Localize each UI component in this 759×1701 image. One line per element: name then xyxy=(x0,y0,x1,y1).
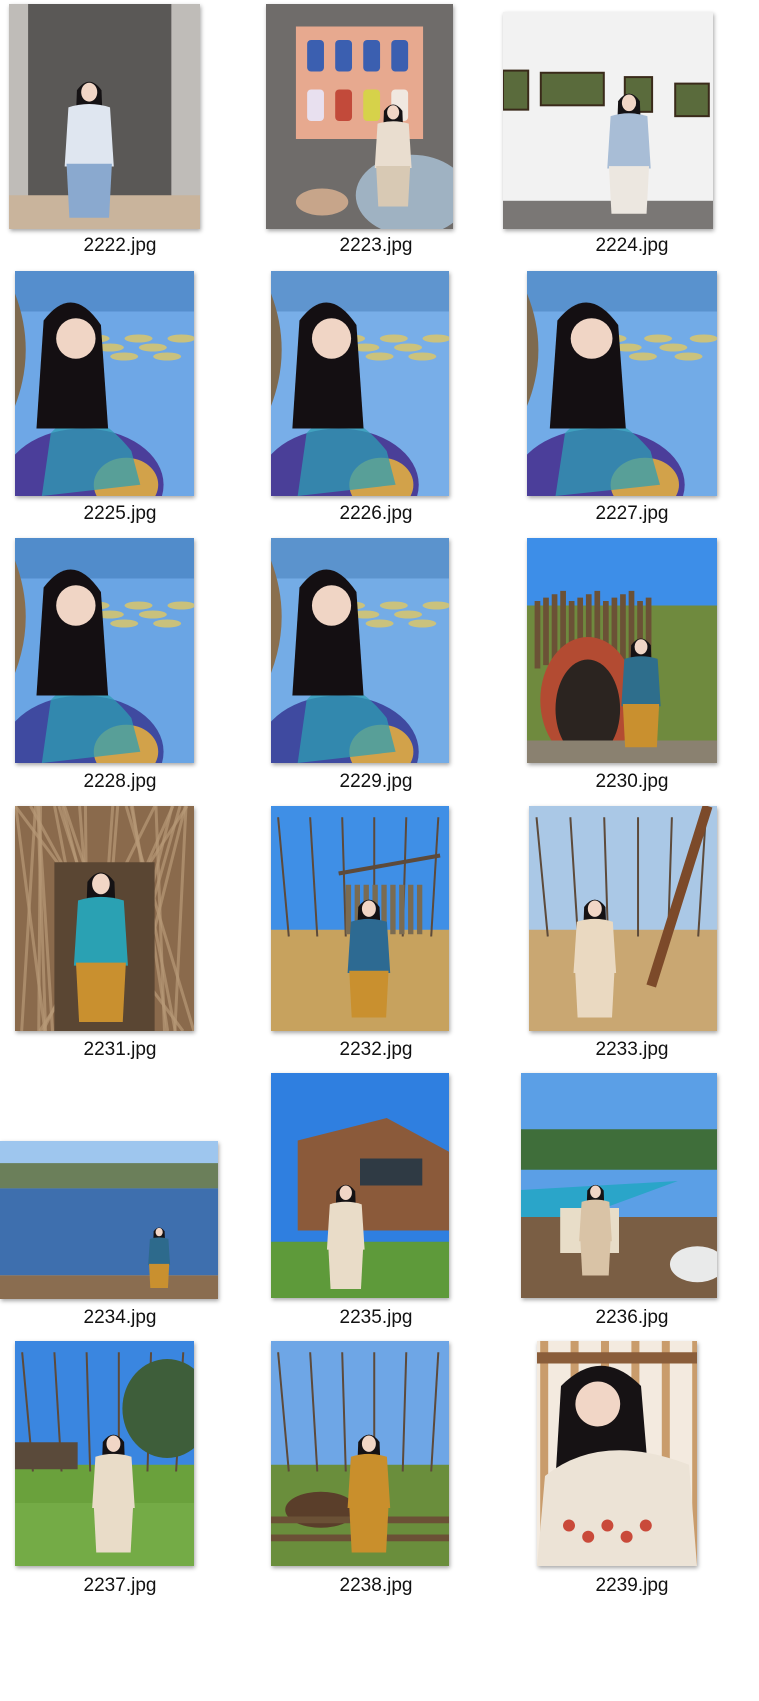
file-tile[interactable]: 2236.jpg xyxy=(512,1072,752,1362)
image-thumbnail[interactable] xyxy=(266,4,453,229)
image-thumbnail[interactable] xyxy=(0,1141,218,1299)
image-thumbnail[interactable] xyxy=(271,1073,449,1298)
file-name-label[interactable]: 2225.jpg xyxy=(0,503,240,525)
file-name-label[interactable]: 2227.jpg xyxy=(512,503,752,525)
file-name-label[interactable]: 2230.jpg xyxy=(512,771,752,793)
file-name-label[interactable]: 2223.jpg xyxy=(256,235,496,257)
image-thumbnail[interactable] xyxy=(271,1341,449,1566)
file-tile[interactable]: 2230.jpg xyxy=(512,536,752,826)
file-tile[interactable]: 2228.jpg xyxy=(0,536,240,826)
image-thumbnail[interactable] xyxy=(537,1341,697,1566)
file-name-label[interactable]: 2237.jpg xyxy=(0,1575,240,1597)
file-tile[interactable]: 2225.jpg xyxy=(0,268,240,558)
file-name-label[interactable]: 2226.jpg xyxy=(256,503,496,525)
image-thumbnail[interactable] xyxy=(529,806,717,1031)
image-thumbnail[interactable] xyxy=(15,1341,194,1566)
file-name-label[interactable]: 2233.jpg xyxy=(512,1039,752,1061)
file-name-label[interactable]: 2239.jpg xyxy=(512,1575,752,1597)
file-name-label[interactable]: 2231.jpg xyxy=(0,1039,240,1061)
file-tile[interactable]: 2231.jpg xyxy=(0,804,240,1094)
file-tile[interactable]: 2237.jpg xyxy=(0,1340,240,1630)
file-name-label[interactable]: 2224.jpg xyxy=(512,235,752,257)
file-name-label[interactable]: 2228.jpg xyxy=(0,771,240,793)
image-thumbnail[interactable] xyxy=(15,271,194,496)
file-tile[interactable]: 2235.jpg xyxy=(256,1072,496,1362)
file-name-label[interactable]: 2235.jpg xyxy=(256,1307,496,1329)
file-name-label[interactable]: 2229.jpg xyxy=(256,771,496,793)
file-tile[interactable]: 2223.jpg xyxy=(256,0,496,290)
file-name-label[interactable]: 2222.jpg xyxy=(0,235,240,257)
file-tile[interactable]: 2227.jpg xyxy=(512,268,752,558)
image-thumbnail[interactable] xyxy=(15,538,194,763)
file-tile[interactable]: 2229.jpg xyxy=(256,536,496,826)
image-thumbnail[interactable] xyxy=(271,806,449,1031)
image-thumbnail[interactable] xyxy=(527,271,717,496)
file-name-label[interactable]: 2238.jpg xyxy=(256,1575,496,1597)
image-thumbnail[interactable] xyxy=(9,4,200,229)
image-thumbnail[interactable] xyxy=(271,538,449,763)
image-thumbnail[interactable] xyxy=(503,12,713,229)
file-name-label[interactable]: 2236.jpg xyxy=(512,1307,752,1329)
file-tile[interactable]: 2239.jpg xyxy=(512,1340,752,1630)
file-tile[interactable]: 2222.jpg xyxy=(0,0,240,290)
file-tile[interactable]: 2232.jpg xyxy=(256,804,496,1094)
image-thumbnail[interactable] xyxy=(271,271,449,496)
image-thumbnail[interactable] xyxy=(527,538,717,763)
file-name-label[interactable]: 2232.jpg xyxy=(256,1039,496,1061)
file-tile[interactable]: 2226.jpg xyxy=(256,268,496,558)
image-thumbnail[interactable] xyxy=(15,806,194,1031)
file-tile[interactable]: 2233.jpg xyxy=(512,804,752,1094)
file-tile[interactable]: 2234.jpg xyxy=(0,1072,240,1362)
file-tile[interactable]: 2224.jpg xyxy=(512,0,752,290)
file-grid: 2222.jpg 2223.jpg 2224.jpg 2225.jpg 2226.j… xyxy=(0,0,759,1701)
file-tile[interactable]: 2238.jpg xyxy=(256,1340,496,1630)
image-thumbnail[interactable] xyxy=(521,1073,717,1298)
file-name-label[interactable]: 2234.jpg xyxy=(0,1307,240,1329)
